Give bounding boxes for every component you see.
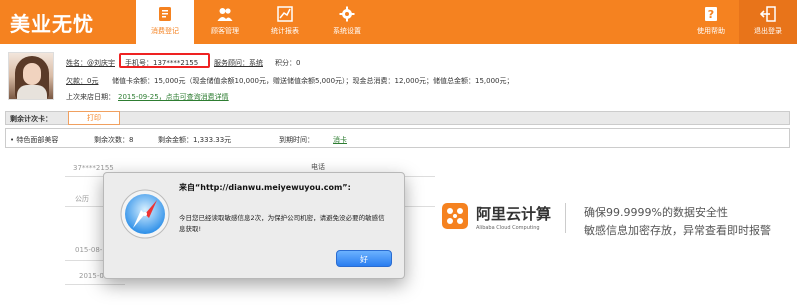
nav-label: 使用帮助 xyxy=(697,27,725,35)
logout-button[interactable]: 退出登录 xyxy=(739,0,797,44)
logout-icon xyxy=(760,6,776,22)
count-card-title: 剩余计次卡： xyxy=(10,115,52,123)
bg-date-fragment: 015-08- xyxy=(75,246,103,254)
count-card-row: • 特色面部美容 剩余次数：8 剩余金额：1,333.33元 到期时间： 消卡 xyxy=(5,128,790,148)
customer-debt: 欠款：0元 xyxy=(66,77,99,85)
remaining-amount: 剩余金额：1,333.33元 xyxy=(158,136,232,144)
dialog-ok-button[interactable]: 好 xyxy=(336,250,392,267)
nav-label: 消费登记 xyxy=(151,27,179,35)
dialog-message: 今日您已经读取敏感信息2次，为保护公司机密，请避免没必要的敏感信息获取! xyxy=(179,214,385,233)
nav-item-system-settings[interactable]: 系统设置 xyxy=(318,0,376,44)
ad-line-1: 确保99.9999%的数据安全性 xyxy=(584,206,728,219)
cancel-card-link[interactable]: 消卡 xyxy=(333,135,347,145)
register-icon xyxy=(159,7,171,21)
nav-label: 系统设置 xyxy=(333,27,361,35)
ad-separator xyxy=(565,203,566,233)
phone-highlight-box xyxy=(119,53,210,68)
service-consultant: 服务顾问：系统 xyxy=(214,59,263,67)
help-button[interactable]: ? 使用帮助 xyxy=(682,0,740,44)
alibaba-cloud-logo xyxy=(442,203,468,229)
card-item-name: • 特色面部美容 xyxy=(10,136,59,144)
users-icon xyxy=(217,8,233,21)
ad-brand-name: 阿里云计算 xyxy=(476,205,552,223)
gear-icon xyxy=(339,6,355,22)
nav-label: 统计报表 xyxy=(271,27,299,35)
help-icon: ? xyxy=(705,7,717,21)
nav-label: 退出登录 xyxy=(754,27,782,35)
customer-points: 积分：0 xyxy=(275,59,301,67)
dialog-title: 来自“http://dianwu.meiyewuyou.com”: xyxy=(179,183,351,192)
bg-phone-label: 电话 xyxy=(311,163,325,171)
nav-label: 顾客管理 xyxy=(211,27,239,35)
stored-value-balance: 储值卡余额：15,000元（现金储值余额10,000元，赠送储值余额5,000元… xyxy=(112,77,514,85)
cloud-logo-icon xyxy=(447,208,463,224)
ad-line-2: 敏感信息加密存放，异常查看即时报警 xyxy=(584,224,771,237)
bg-company-fragment: 公历 xyxy=(75,195,89,203)
bg-phone-fragment: 37****2155 xyxy=(73,164,114,172)
last-visit-label: 上次来店日期： xyxy=(66,93,115,101)
alert-dialog: 来自“http://dianwu.meiyewuyou.com”: 今日您已经读… xyxy=(103,172,405,279)
top-navigation-bar: 美业无忧 消费登记 顾客管理 统计报表 系统设置 ? 使用帮助 退出登录 xyxy=(0,0,797,44)
app-logo: 美业无忧 xyxy=(10,12,94,36)
remaining-count: 剩余次数：8 xyxy=(94,136,134,144)
nav-item-consumption-registration[interactable]: 消费登记 xyxy=(136,0,194,44)
customer-avatar xyxy=(8,52,54,100)
nav-item-statistics-report[interactable]: 统计报表 xyxy=(256,0,314,44)
safari-compass-icon xyxy=(120,189,170,239)
chart-icon xyxy=(277,6,293,22)
ad-brand-english: Alibaba Cloud Computing xyxy=(476,225,540,231)
customer-name: 姓名：@刘庆宇 xyxy=(66,59,115,67)
nav-item-customer-management[interactable]: 顾客管理 xyxy=(196,0,254,44)
print-button[interactable]: 打印 xyxy=(68,111,120,125)
last-visit-link[interactable]: 2015-09-25，点击可查询消费详情 xyxy=(118,92,229,102)
svg-text:?: ? xyxy=(708,8,714,21)
count-card-header: 剩余计次卡： 打印 xyxy=(5,111,790,125)
expiry-date: 到期时间： xyxy=(279,136,314,144)
